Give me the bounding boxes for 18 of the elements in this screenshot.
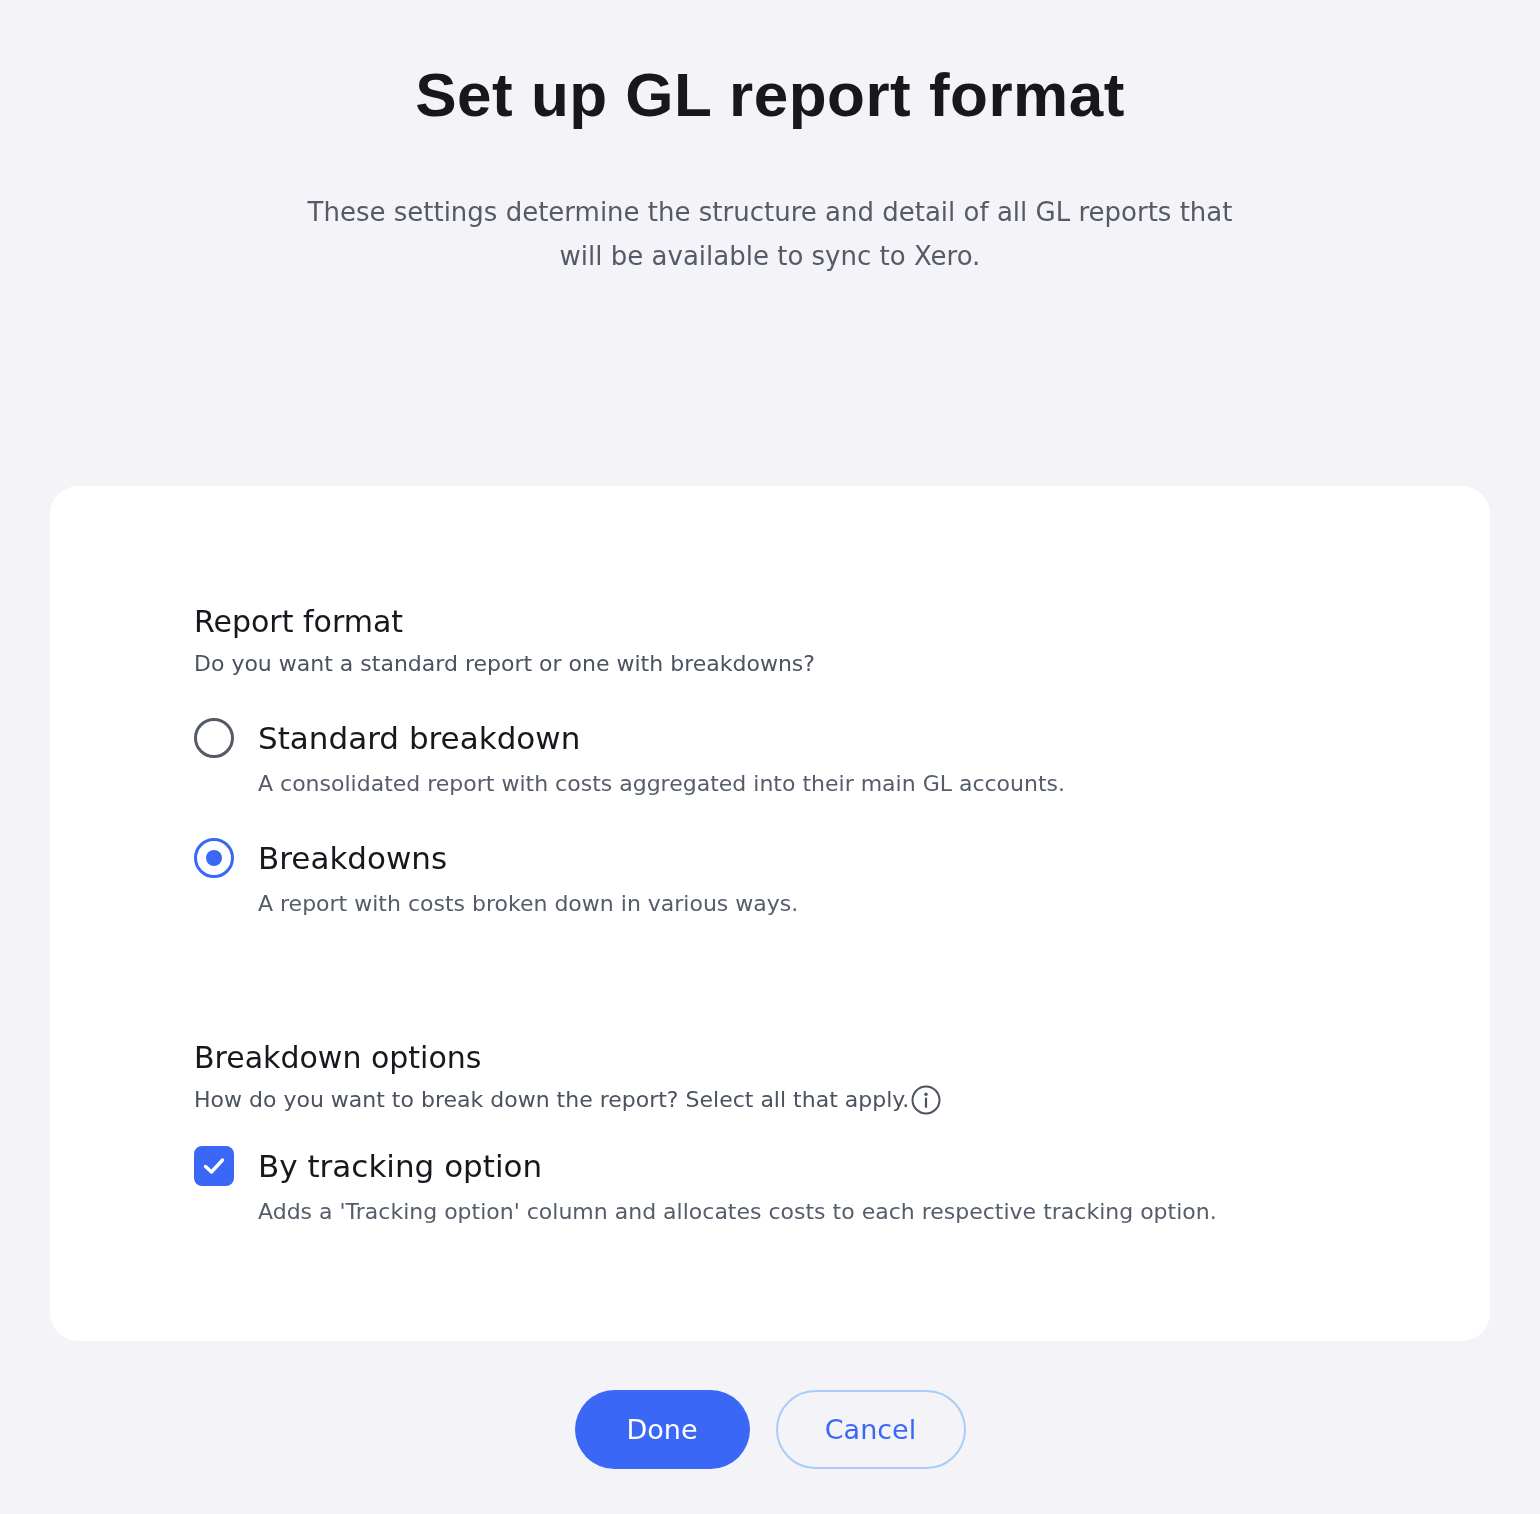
page-title: Set up GL report format [415,59,1125,131]
done-button[interactable]: Done [574,1390,750,1469]
section-prompt: Do you want a standard report or one with breakdowns? [194,650,815,678]
page-subtitle: These settings determine the structure and detail of all GL reports that will be available to sync to Xero. [306,196,1234,273]
option-description: A report with costs broken down in various ways. [258,890,800,918]
section-prompt: How do you want to break down the report? Select all that apply. [194,1086,910,1114]
radio-button[interactable] [194,838,234,878]
checkbox[interactable] [194,1146,234,1186]
option-label[interactable]: By tracking option [258,1146,543,1186]
section-heading: Report format [194,603,405,641]
cancel-button[interactable]: Cancel [775,1390,966,1469]
section-heading: Breakdown options [194,1039,483,1077]
option-description: Adds a 'Tracking option' column and allocates costs to each respective tracking option. [258,1198,1218,1226]
option-label[interactable]: Breakdowns [258,838,448,878]
option-description: A consolidated report with costs aggregated into their main GL accounts. [258,770,1067,798]
option-label[interactable]: Standard breakdown [258,718,581,758]
radio-button[interactable] [194,718,234,758]
checkmark-icon [203,1157,225,1175]
